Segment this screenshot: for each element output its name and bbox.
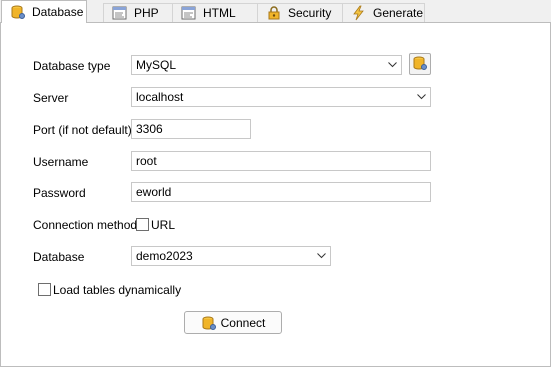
chevron-down-icon — [417, 94, 426, 100]
port-label: Port (if not default) — [33, 123, 132, 137]
server-value: localhost — [136, 90, 184, 104]
tab-database[interactable]: Database — [1, 0, 87, 23]
tab-bar: Database PHP HTML Security Generate — [0, 0, 551, 23]
server-label: Server — [33, 91, 69, 105]
connection-method-label: Connection method — [33, 218, 138, 232]
database-type-select[interactable]: MySQL — [131, 55, 402, 75]
html-icon — [181, 5, 197, 21]
server-select[interactable]: localhost — [131, 87, 431, 107]
tab-label: Security — [288, 6, 332, 20]
tab-label: Generate — [373, 6, 424, 20]
tab-generate[interactable]: Generate — [342, 3, 425, 22]
database-select[interactable]: demo2023 — [131, 246, 331, 266]
php-icon — [112, 5, 128, 21]
username-value: root — [136, 154, 157, 168]
connect-button[interactable]: Connect — [184, 311, 282, 334]
port-input[interactable]: 3306 — [131, 119, 251, 139]
port-value: 3306 — [136, 122, 163, 136]
tab-label: PHP — [134, 6, 159, 20]
database-label: Database — [33, 250, 85, 264]
tab-php[interactable]: PHP — [103, 3, 173, 22]
lightning-icon — [351, 5, 367, 21]
password-label: Password — [33, 186, 86, 200]
database-type-label: Database type — [33, 59, 111, 73]
username-label: Username — [33, 155, 89, 169]
tab-label: HTML — [203, 6, 236, 20]
url-checkbox-label: URL — [151, 218, 176, 232]
chevron-down-icon — [388, 62, 397, 68]
password-value: eworld — [136, 185, 172, 199]
chevron-down-icon — [317, 253, 326, 259]
database-type-value: MySQL — [136, 58, 177, 72]
database-value: demo2023 — [136, 249, 193, 263]
password-input[interactable]: eworld — [131, 182, 431, 202]
connect-button-label: Connect — [220, 315, 266, 330]
load-tables-label: Load tables dynamically — [53, 283, 182, 297]
username-input[interactable]: root — [131, 151, 431, 171]
load-tables-checkbox[interactable] — [38, 283, 51, 296]
tab-label: Database — [32, 5, 84, 19]
database-settings-icon — [412, 55, 428, 74]
lock-icon — [266, 5, 282, 21]
tab-security[interactable]: Security — [257, 3, 343, 22]
url-checkbox[interactable] — [136, 218, 149, 231]
database-settings-button[interactable] — [409, 53, 431, 75]
database-icon — [10, 4, 26, 20]
tab-html[interactable]: HTML — [172, 3, 258, 22]
database-icon — [201, 315, 217, 331]
